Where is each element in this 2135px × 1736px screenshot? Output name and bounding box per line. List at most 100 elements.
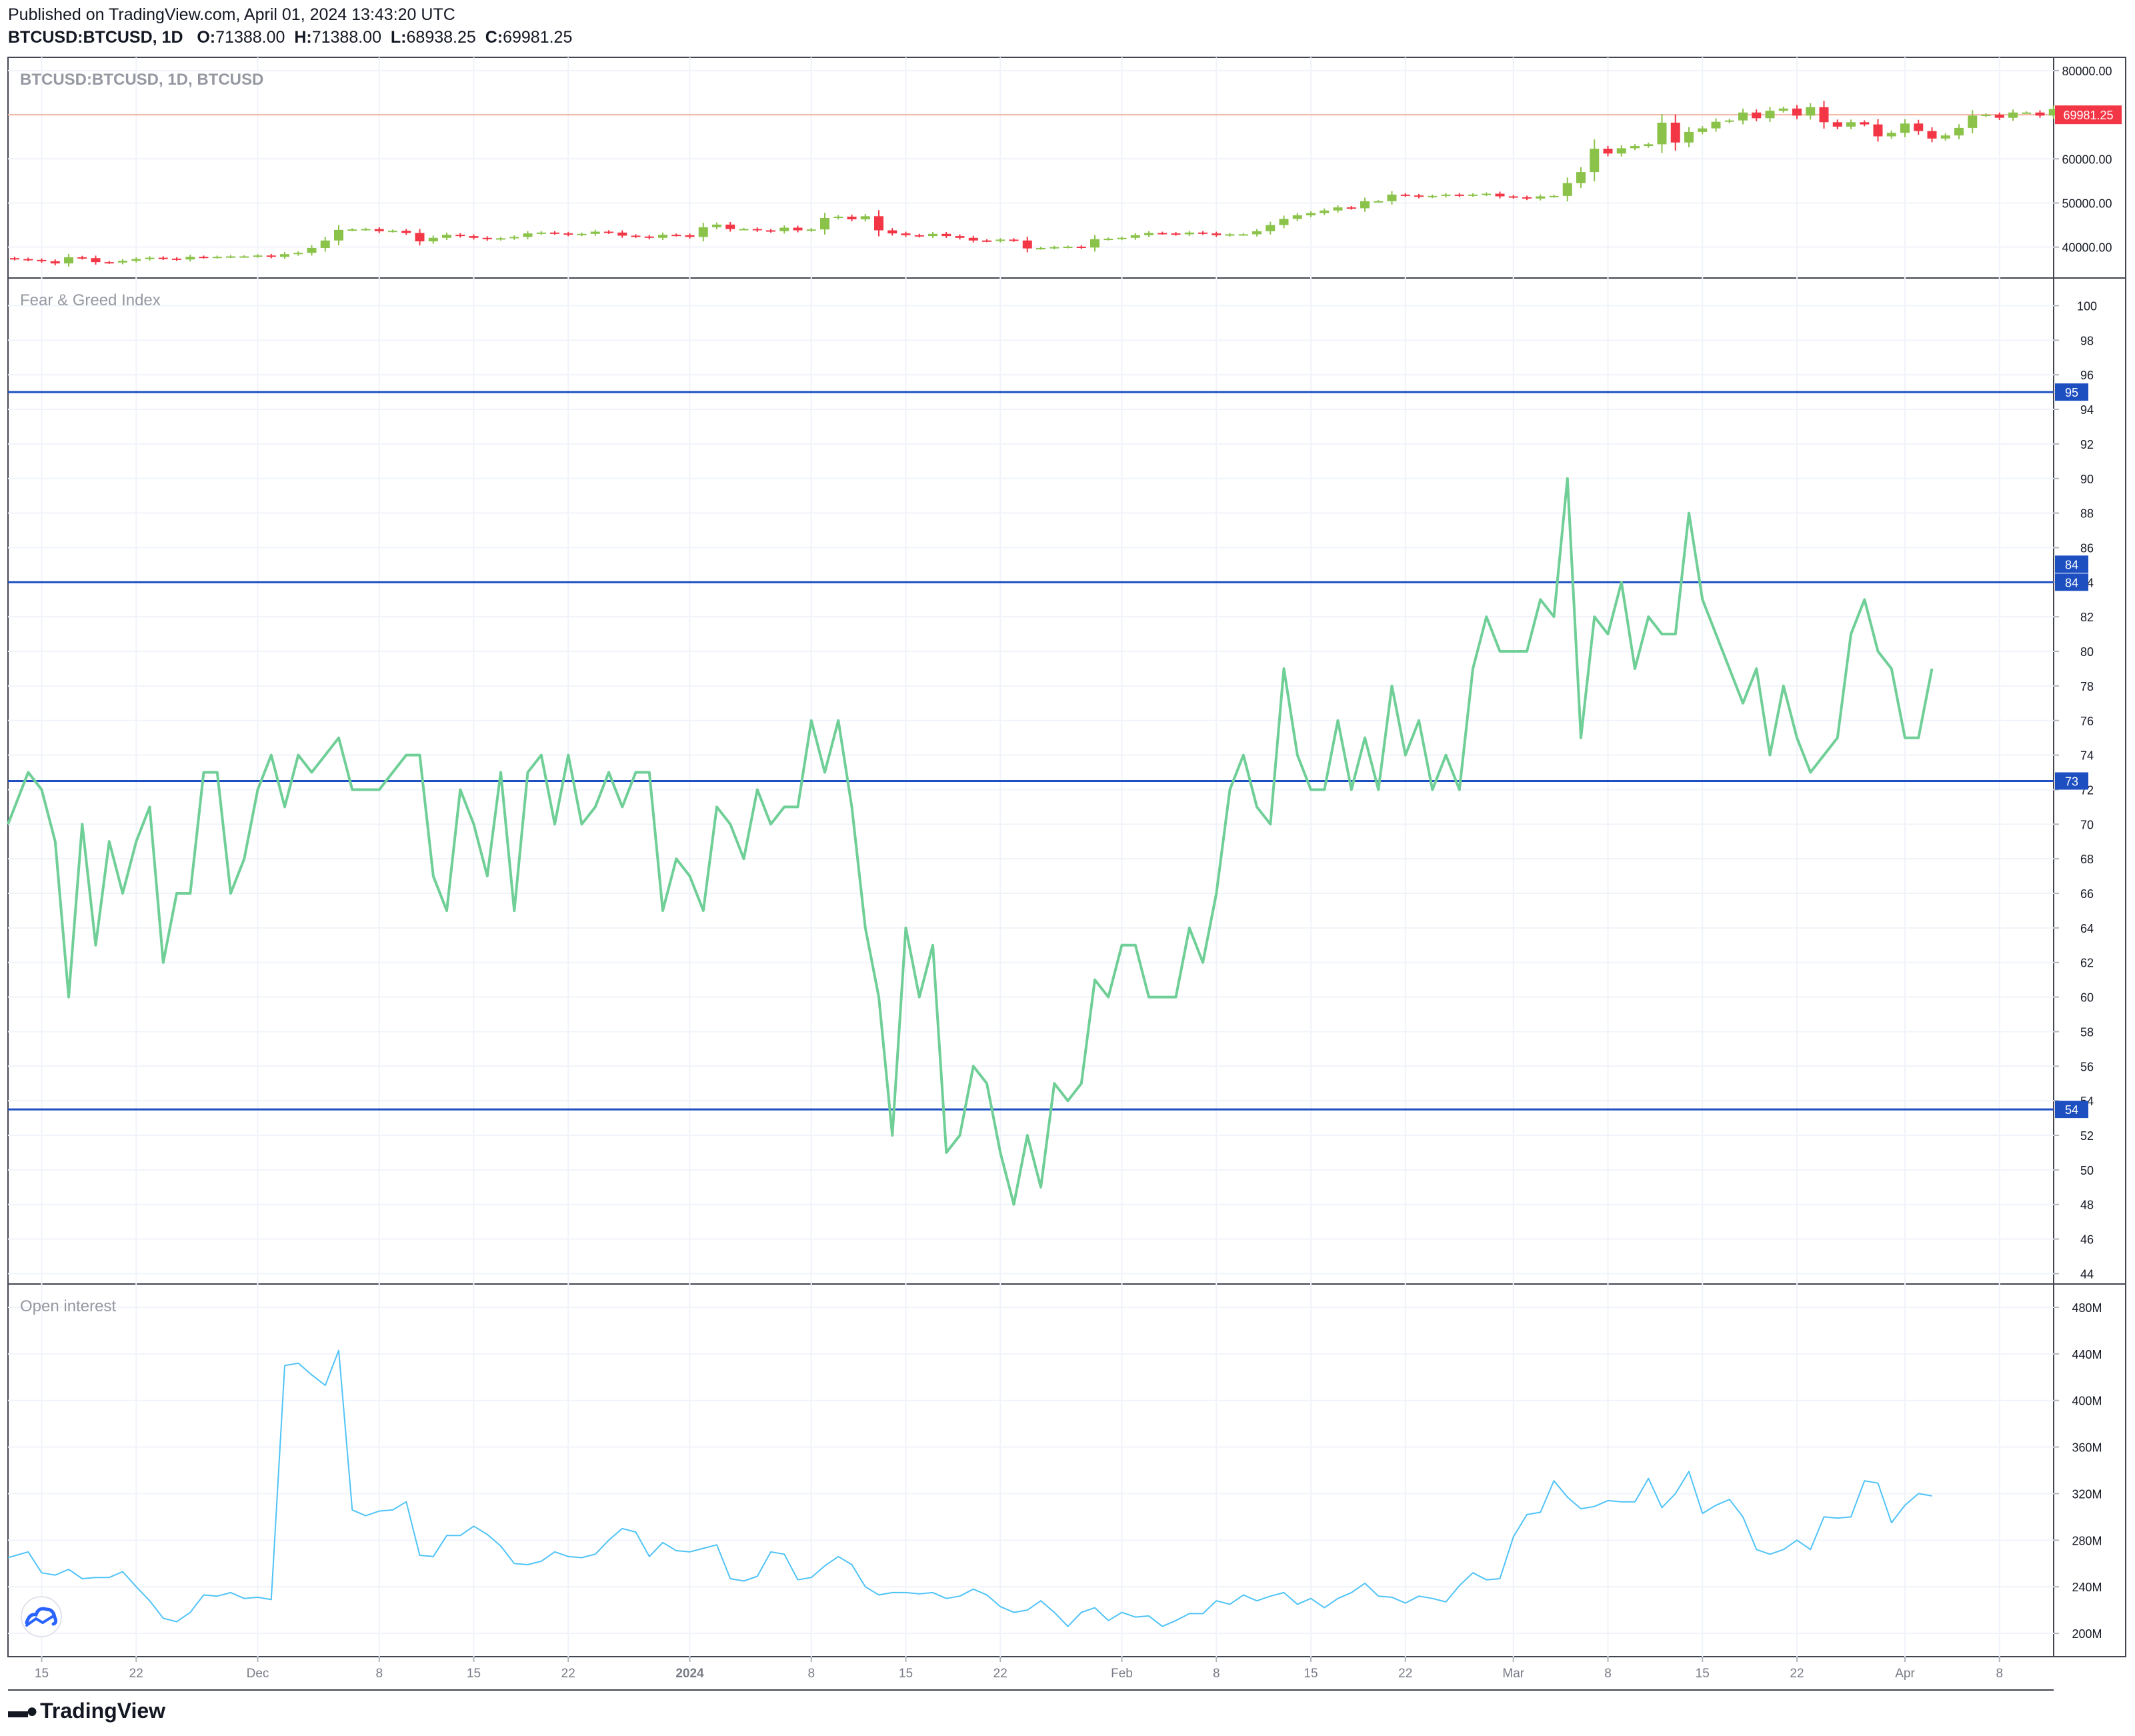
- candle-body: [941, 233, 951, 237]
- candle-body: [604, 231, 613, 233]
- candle-body: [685, 235, 695, 237]
- candle-body: [577, 233, 587, 235]
- candle-body: [766, 230, 775, 232]
- candle-body: [1036, 247, 1045, 249]
- level-badge-label: 84: [2065, 576, 2078, 589]
- candle-body: [1886, 133, 1896, 137]
- fng-axis-tick-label: 94: [2080, 403, 2094, 417]
- fng-axis-tick-label: 100: [2077, 299, 2097, 313]
- candle-body: [1279, 219, 1289, 225]
- candle-body: [118, 261, 127, 263]
- candle-body: [1387, 194, 1397, 201]
- candle-body: [1644, 144, 1654, 147]
- candle-body: [1806, 107, 1816, 116]
- time-tick-label: 15: [1304, 1667, 1318, 1681]
- time-tick-label: 8: [807, 1667, 815, 1681]
- candle-body: [1144, 233, 1154, 235]
- candle-body: [77, 257, 87, 259]
- fear-greed-series-line[interactable]: [7, 477, 1934, 1206]
- open-interest-series-line[interactable]: [7, 1349, 1932, 1627]
- candle-body: [1400, 194, 1410, 196]
- level-badge-label: 95: [2065, 386, 2078, 399]
- time-tick-label: 15: [467, 1667, 481, 1681]
- candle-body: [1954, 127, 1964, 136]
- fng-axis-tick-label: 76: [2080, 715, 2094, 728]
- candle-body: [320, 240, 330, 248]
- candle-body: [1076, 246, 1086, 248]
- candle-body: [806, 229, 816, 231]
- candle-body: [1724, 120, 1734, 122]
- level-badge-label: 84: [2065, 558, 2078, 571]
- candle-body: [1900, 123, 1910, 133]
- candle-body: [1873, 124, 1883, 137]
- candle-body: [712, 224, 721, 227]
- candle-body: [388, 231, 397, 233]
- candle-body: [523, 233, 533, 237]
- candle-body: [1940, 135, 1950, 139]
- candle-body: [914, 235, 924, 237]
- brand-name: TradingView: [40, 1699, 166, 1723]
- candle-body: [1536, 196, 1546, 199]
- fng-axis-tick-label: 92: [2080, 438, 2094, 451]
- time-tick-label: 8: [375, 1667, 383, 1681]
- candle-body: [50, 261, 60, 264]
- fng-axis-tick-label: 60: [2080, 991, 2094, 1005]
- time-tick-label: Apr: [1895, 1667, 1915, 1681]
- candle-body: [266, 255, 276, 257]
- candle-body: [1320, 210, 1330, 213]
- candle-body: [1346, 207, 1356, 209]
- oi-axis-tick-label: 400M: [2072, 1395, 2102, 1408]
- candle-body: [1252, 231, 1262, 235]
- candle-body: [280, 254, 289, 257]
- candle-body: [307, 247, 317, 253]
- candle-body: [347, 229, 357, 231]
- candle-body: [1117, 237, 1127, 239]
- candle-body: [1414, 195, 1424, 197]
- candle-body: [1698, 128, 1708, 132]
- fng-axis-tick-label: 98: [2080, 334, 2094, 347]
- candle-body: [1914, 123, 1924, 131]
- candle-body: [1306, 213, 1316, 215]
- candle-body: [631, 235, 641, 237]
- fng-axis-tick-label: 50: [2080, 1164, 2094, 1177]
- candle-body: [1738, 112, 1748, 121]
- fng-axis-tick-label: 44: [2080, 1267, 2094, 1281]
- candle-body: [617, 232, 627, 236]
- oi-axis-tick-label: 360M: [2072, 1441, 2102, 1455]
- candle-body: [752, 229, 762, 231]
- chart-frame: [7, 57, 2126, 1657]
- candle-body: [1360, 201, 1370, 209]
- candle-body: [1374, 201, 1384, 203]
- candle-body: [1562, 183, 1572, 196]
- candle-body: [739, 229, 749, 231]
- price-axis-tick-label: 40000.00: [2062, 241, 2112, 255]
- candle-body: [1428, 195, 1438, 197]
- candle-body: [212, 257, 222, 259]
- candle-body: [199, 257, 209, 259]
- candle-body: [1860, 122, 1870, 125]
- candle-body: [1482, 193, 1492, 195]
- candle-body: [793, 227, 803, 231]
- candle-body: [982, 240, 991, 242]
- oi-pane-title: Open interest: [20, 1297, 116, 1315]
- candle-body: [1238, 234, 1248, 236]
- fng-axis-tick-label: 82: [2080, 611, 2094, 624]
- price-pane-title: BTCUSD:BTCUSD, 1D, BTCUSD: [20, 71, 263, 89]
- candle-body: [442, 235, 451, 238]
- candle-body: [955, 236, 965, 238]
- candle-body: [158, 257, 168, 259]
- time-tick-label: 8: [1604, 1667, 1612, 1681]
- time-tick-label: Mar: [1502, 1667, 1524, 1681]
- candle-body: [1778, 108, 1788, 111]
- candle-body: [455, 235, 465, 237]
- time-tick-label: 22: [993, 1667, 1007, 1681]
- tradingview-brand[interactable]: ▬● TradingView: [8, 1699, 165, 1723]
- candle-body: [1495, 193, 1505, 197]
- candle-body: [901, 233, 911, 235]
- time-tick-label: 15: [35, 1667, 49, 1681]
- chart-canvas[interactable]: 15 22 Dec 8 15 22 2024 8 15 22 Feb 8 15 22 Mar 8 15 22 Apr…: [0, 0, 2135, 1736]
- candle-body: [563, 233, 573, 235]
- time-tick-label: 15: [1696, 1667, 1710, 1681]
- candle-body: [2008, 112, 2018, 118]
- candle-body: [1333, 207, 1343, 211]
